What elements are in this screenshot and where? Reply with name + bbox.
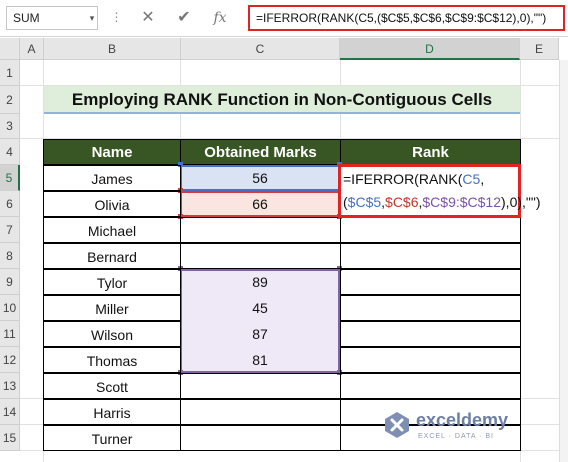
name-cell[interactable]: Harris xyxy=(43,399,181,425)
name-cell[interactable]: Olivia xyxy=(43,191,181,217)
exceldemy-logo-icon xyxy=(382,410,412,440)
rank-cell[interactable] xyxy=(340,295,521,321)
insert-function-button[interactable]: fx xyxy=(207,8,233,28)
marks-cell[interactable]: 66 xyxy=(182,191,338,217)
ref-c6-absolute: $C$6 xyxy=(385,194,419,210)
name-cell[interactable]: James xyxy=(43,165,181,191)
ref-c9-c12-absolute: $C$9:$C$12 xyxy=(422,194,502,210)
column-header-d[interactable]: D xyxy=(340,38,520,60)
row-header-9[interactable]: 9 xyxy=(0,269,20,295)
row-header-13[interactable]: 13 xyxy=(0,373,20,399)
column-header-c[interactable]: C xyxy=(181,38,340,60)
marks-cell[interactable]: 87 xyxy=(182,321,338,347)
marks-cell[interactable] xyxy=(180,425,341,451)
header-obtained-marks: Obtained Marks xyxy=(180,139,341,165)
rank-cell[interactable] xyxy=(340,347,521,373)
marks-cell[interactable] xyxy=(180,217,341,243)
watermark-tagline: EXCEL · DATA · BI xyxy=(418,433,494,440)
column-header-a[interactable]: A xyxy=(20,38,44,60)
name-cell[interactable]: Scott xyxy=(43,373,181,399)
row-header-3[interactable]: 3 xyxy=(0,114,20,139)
name-box[interactable]: SUM xyxy=(6,6,98,30)
name-cell[interactable]: Thomas xyxy=(43,347,181,373)
row-header-6[interactable]: 6 xyxy=(0,191,20,217)
rank-cell[interactable] xyxy=(340,217,521,243)
name-cell[interactable]: Michael xyxy=(43,217,181,243)
marks-cell[interactable]: 45 xyxy=(182,295,338,321)
marks-cell[interactable]: 89 xyxy=(182,269,338,295)
row-header-2[interactable]: 2 xyxy=(0,86,20,114)
marks-cell[interactable]: 81 xyxy=(182,347,338,373)
name-cell[interactable]: Turner xyxy=(43,425,181,451)
marks-cell[interactable]: 56 xyxy=(182,165,338,191)
more-dots-icon: ⋮ xyxy=(110,10,123,24)
watermark-name: exceldemy xyxy=(416,410,509,430)
header-rank: Rank xyxy=(340,139,521,165)
exceldemy-watermark: exceldemy EXCEL · DATA · BI xyxy=(382,406,542,446)
row-header-4[interactable]: 4 xyxy=(0,139,20,165)
rank-cell[interactable] xyxy=(340,269,521,295)
rank-cell[interactable] xyxy=(340,373,521,399)
header-name: Name xyxy=(43,139,181,165)
enter-button[interactable]: ✔ xyxy=(171,8,197,28)
formula-text: ),0),"") xyxy=(501,194,541,210)
name-cell[interactable]: Bernard xyxy=(43,243,181,269)
row-header-7[interactable]: 7 xyxy=(0,217,20,243)
ref-c5: C5 xyxy=(462,171,481,187)
marks-cell[interactable] xyxy=(180,399,341,425)
row-header-11[interactable]: 11 xyxy=(0,321,20,347)
select-all-corner[interactable] xyxy=(0,38,20,60)
row-header-10[interactable]: 10 xyxy=(0,295,20,321)
active-cell-editor[interactable]: =IFERROR(RANK(C5,($C$5,$C$6,$C$9:$C$12),… xyxy=(338,164,541,218)
column-header-b[interactable]: B xyxy=(44,38,181,60)
row-header-5[interactable]: 5 xyxy=(0,165,20,191)
ref-c5-absolute: $C$5 xyxy=(347,194,382,210)
sheet-title: Employing RANK Function in Non-Contiguou… xyxy=(44,86,520,114)
rank-cell[interactable] xyxy=(340,321,521,347)
formula-text: =IFERROR(RANK( xyxy=(343,171,463,187)
row-header-15[interactable]: 15 xyxy=(0,425,20,451)
row-header-1[interactable]: 1 xyxy=(0,60,20,86)
column-header-e[interactable]: E xyxy=(520,38,559,60)
marks-cell[interactable] xyxy=(180,243,341,269)
formula-input[interactable]: =IFERROR(RANK(C5,($C$5,$C$6,$C$9:$C$12),… xyxy=(248,5,565,31)
name-cell[interactable]: Tylor xyxy=(43,269,181,295)
marks-cell[interactable] xyxy=(180,373,341,399)
name-cell[interactable]: Wilson xyxy=(43,321,181,347)
cancel-button[interactable]: ✕ xyxy=(135,8,161,28)
row-header-8[interactable]: 8 xyxy=(0,243,20,269)
row-header-14[interactable]: 14 xyxy=(0,399,20,425)
rank-cell[interactable] xyxy=(340,243,521,269)
row-header-12[interactable]: 12 xyxy=(0,347,20,373)
name-cell[interactable]: Miller xyxy=(43,295,181,321)
chevron-down-icon[interactable]: ▾ xyxy=(86,6,98,30)
vertical-scrollbar[interactable] xyxy=(559,60,568,462)
